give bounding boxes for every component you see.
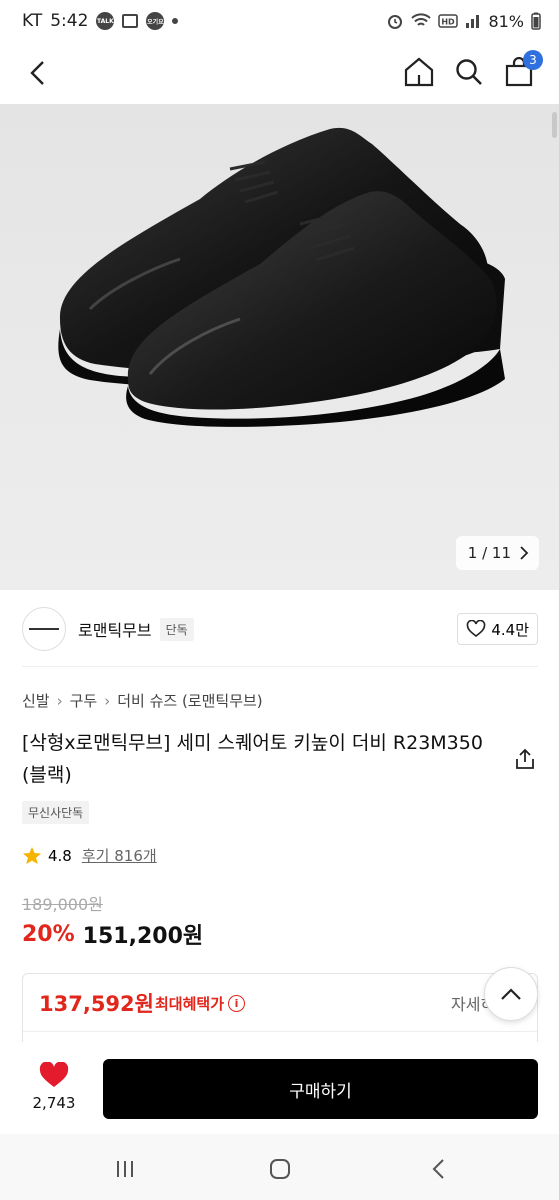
discount-rate: 20% — [22, 921, 75, 947]
wifi-icon — [411, 13, 432, 26]
home-button[interactable] — [401, 54, 437, 90]
share-button[interactable] — [513, 747, 537, 771]
product-like-button[interactable]: 2,743 — [22, 1061, 86, 1112]
product-image-gallery[interactable]: 1 / 11 — [0, 104, 559, 590]
back-nav-button[interactable] — [424, 1154, 454, 1184]
info-icon[interactable]: i — [228, 995, 246, 1012]
star-icon — [23, 846, 41, 864]
search-icon — [456, 59, 482, 85]
chevron-left-icon — [30, 61, 44, 85]
price-row: 20% 151,200원 — [22, 918, 203, 950]
rating-row: 4.8 후기 816개 — [22, 845, 157, 866]
original-price: 189,000원 — [22, 895, 103, 914]
back-button[interactable] — [22, 56, 56, 90]
home-circle-icon — [270, 1159, 290, 1179]
product-image — [58, 127, 506, 427]
carrier-label: KT — [22, 11, 43, 31]
breadcrumb-item-dress-shoes[interactable]: 구두 — [70, 690, 98, 711]
search-button[interactable] — [451, 54, 487, 90]
alarm-icon — [388, 15, 403, 29]
max-benefit-price: 137,592원 — [39, 992, 154, 1016]
brand-like-button[interactable]: 4.4만 — [457, 613, 538, 645]
image-counter-button[interactable]: 1 / 11 — [455, 536, 539, 570]
image-counter-text: 1 / 11 — [467, 544, 511, 562]
brand-like-count: 4.4만 — [491, 620, 529, 639]
section-divider — [22, 666, 538, 667]
brand-row: 로맨틱무브 단독 4.4만 — [22, 603, 538, 655]
cart-button[interactable]: 3 — [501, 50, 543, 90]
musinsa-exclusive-tag: 무신사단독 — [22, 801, 90, 824]
heart-filled-icon — [39, 1061, 69, 1087]
hd-icon: HD — [438, 14, 459, 28]
breadcrumb-separator-icon: › — [56, 691, 63, 710]
chevron-up-icon — [501, 988, 521, 1000]
brand-exclusive-tag: 단독 — [159, 617, 194, 641]
recent-apps-button[interactable] — [110, 1154, 140, 1184]
svg-text:HD: HD — [442, 18, 456, 27]
chevron-right-icon — [520, 546, 529, 560]
clock: 5:42 — [50, 11, 89, 31]
app-notification-icon: 오기요 — [146, 12, 165, 30]
review-count-link[interactable]: 후기 816개 — [82, 845, 157, 866]
status-bar: KT 5:42 TALK 오기요 HD 81% — [0, 0, 559, 42]
product-like-count: 2,743 — [32, 1094, 76, 1112]
back-arrow-icon — [432, 1159, 444, 1179]
battery-icon — [531, 12, 541, 30]
sale-price: 151,200원 — [82, 924, 204, 949]
max-benefit-panel: 137,592원 최대혜택가 i 자세히 — [22, 973, 538, 1053]
talk-notification-icon: TALK — [96, 12, 115, 30]
brand-name-link[interactable]: 로맨틱무브 — [78, 617, 152, 641]
system-nav-bar — [0, 1134, 559, 1200]
breadcrumb-item-derby[interactable]: 더비 슈즈 (로맨틱무브) — [117, 690, 262, 711]
page-scrollbar[interactable] — [552, 112, 557, 138]
brand-logo[interactable] — [22, 607, 66, 651]
home-icon — [404, 57, 434, 87]
recent-apps-icon — [117, 1161, 133, 1177]
share-icon — [516, 748, 534, 769]
heart-outline-icon — [467, 620, 486, 638]
max-benefit-label: 최대혜택가 i — [155, 993, 246, 1014]
signal-icon — [466, 15, 480, 28]
breadcrumb-separator-icon: › — [104, 691, 111, 710]
breadcrumb-item-shoes[interactable]: 신발 — [22, 690, 50, 711]
benefit-divider — [23, 1031, 537, 1032]
app-bar: 3 — [0, 42, 559, 104]
scroll-to-top-button[interactable] — [484, 967, 538, 1021]
gallery-notification-icon — [122, 14, 139, 28]
breadcrumb: 신발 › 구두 › 더비 슈즈 (로맨틱무브) — [22, 690, 263, 711]
buy-button[interactable]: 구매하기 — [103, 1059, 538, 1119]
rating-value: 4.8 — [48, 846, 72, 865]
cart-count-badge: 3 — [523, 50, 543, 70]
home-nav-button[interactable] — [265, 1154, 295, 1184]
more-notifications-icon — [172, 18, 179, 24]
product-title: [삭형x로맨틱무브] 세미 스퀘어토 키높이 더비 R23M350 (블랙) — [22, 732, 483, 786]
max-benefit-label-text: 최대혜택가 — [155, 995, 225, 1013]
battery-percent: 81% — [488, 11, 524, 31]
